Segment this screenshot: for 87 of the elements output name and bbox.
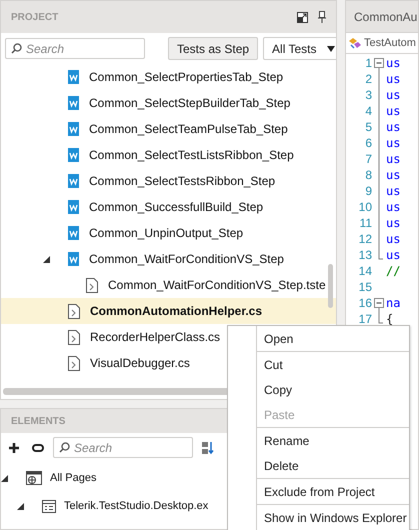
- menu-item[interactable]: Delete: [228, 453, 409, 478]
- menu-item[interactable]: Rename: [228, 428, 409, 453]
- sort-icon[interactable]: [202, 440, 214, 454]
- code-text: us: [386, 248, 402, 262]
- scrollbar-thumb[interactable]: [328, 264, 333, 308]
- test-document-icon: [68, 174, 79, 188]
- line-number: 8: [364, 168, 372, 182]
- code-text: us: [386, 120, 402, 134]
- search-field[interactable]: Search: [5, 38, 145, 59]
- tree-item[interactable]: Common_SuccessfullBuild_Step: [1, 194, 336, 220]
- tree-item[interactable]: Common_WaitForConditionVS_Step: [1, 246, 336, 272]
- test-document-icon: [68, 96, 79, 110]
- filter-dropdown[interactable]: All Tests: [263, 37, 336, 60]
- code-text: us: [386, 104, 402, 118]
- search-field[interactable]: Search: [53, 437, 193, 458]
- tests-as-step-button[interactable]: Tests as Step: [168, 37, 258, 60]
- expander-arrow-icon[interactable]: [17, 502, 24, 510]
- tree-item[interactable]: CommonAutomationHelper.cs: [1, 298, 336, 324]
- line-number: 3: [364, 88, 372, 102]
- code-text: us: [386, 232, 402, 246]
- code-text: na: [386, 296, 402, 310]
- line-number: 7: [364, 152, 372, 166]
- search-icon: [11, 43, 22, 54]
- menu-item[interactable]: Cut: [228, 352, 409, 377]
- line-number: 5: [364, 120, 372, 134]
- tree-item[interactable]: Common_UnpinOutput_Step: [1, 220, 336, 246]
- tree-item[interactable]: Common_WaitForConditionVS_Step.tste: [1, 272, 336, 298]
- editor-tab[interactable]: CommonAu: [346, 1, 418, 33]
- code-text: //: [386, 264, 402, 278]
- code-text: us: [386, 200, 402, 214]
- link-icon[interactable]: [32, 444, 44, 452]
- file-icon: [68, 304, 80, 318]
- expander-arrow-icon[interactable]: [43, 256, 50, 262]
- file-icon: [68, 330, 80, 344]
- breadcrumb[interactable]: TestAutom: [364, 37, 416, 49]
- test-document-icon: [68, 226, 79, 240]
- line-number: 2: [364, 72, 372, 86]
- line-number: 10: [358, 200, 372, 214]
- test-document-icon: [68, 70, 79, 84]
- code-text: us: [386, 56, 402, 70]
- tree-item[interactable]: Common_SelectStepBuilderTab_Step: [1, 90, 336, 116]
- file-icon: [86, 278, 98, 292]
- menu-item[interactable]: Open: [228, 326, 409, 351]
- line-number: 9: [364, 184, 372, 198]
- tree-item[interactable]: Common_SelectPropertiesTab_Step: [1, 64, 336, 90]
- menu-item[interactable]: Show in Windows Explorer: [228, 505, 409, 530]
- tree-item[interactable]: Common_SelectTestsRibbon_Step: [1, 168, 336, 194]
- page-icon: [42, 500, 56, 512]
- collapse-icon[interactable]: [374, 295, 384, 311]
- code-text: {: [386, 312, 394, 326]
- tree-item[interactable]: Common_SelectTeamPulseTab_Step: [1, 116, 336, 142]
- collapse-icon[interactable]: [374, 55, 384, 71]
- tree-item[interactable]: Common_SelectTestListsRibbon_Step: [1, 142, 336, 168]
- code-text: us: [386, 216, 402, 230]
- pin-icon[interactable]: [318, 11, 326, 23]
- file-icon: [68, 356, 80, 370]
- maximize-icon[interactable]: [297, 12, 308, 22]
- line-number: 15: [358, 280, 372, 294]
- menu-item[interactable]: Exclude from Project: [228, 479, 409, 504]
- line-number: 6: [364, 136, 372, 150]
- add-icon[interactable]: [9, 442, 19, 452]
- expander-arrow-icon[interactable]: [1, 474, 8, 482]
- test-document-icon: [68, 252, 79, 266]
- line-number: 4: [364, 104, 372, 118]
- search-icon: [59, 442, 70, 453]
- menu-item[interactable]: Copy: [228, 377, 409, 402]
- line-number: 12: [358, 232, 372, 246]
- line-number: 14: [358, 264, 372, 278]
- code-text: us: [386, 72, 402, 86]
- code-text: us: [386, 152, 402, 166]
- panel-title: PROJECT: [11, 12, 60, 22]
- line-number: 17: [358, 312, 372, 326]
- line-number: 13: [358, 248, 372, 262]
- line-number: 11: [358, 216, 372, 230]
- globe-page-icon: [26, 471, 42, 485]
- panel-title: ELEMENTS: [11, 416, 66, 426]
- test-document-icon: [68, 200, 79, 214]
- dropdown-caret-icon: [326, 46, 335, 52]
- code-text: us: [386, 168, 402, 182]
- line-number: 1: [364, 56, 372, 70]
- class-icon: [348, 36, 362, 50]
- code-text: us: [386, 136, 402, 150]
- test-document-icon: [68, 148, 79, 162]
- test-document-icon: [68, 122, 79, 136]
- code-text: us: [386, 88, 402, 102]
- line-number: 16: [358, 296, 372, 310]
- code-text: us: [386, 184, 402, 198]
